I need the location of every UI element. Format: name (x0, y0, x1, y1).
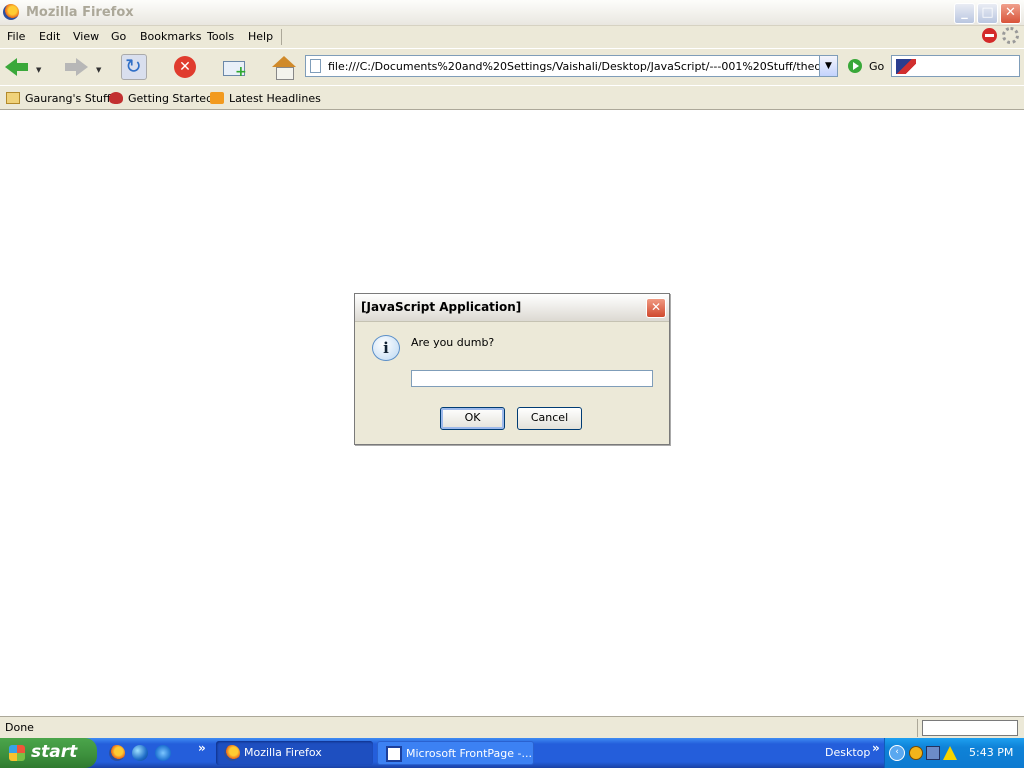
window-title: Mozilla Firefox (26, 5, 134, 20)
tray-network-icon[interactable] (926, 746, 940, 760)
url-history-dropdown[interactable]: ▼ (819, 56, 837, 76)
info-icon: i (372, 335, 400, 361)
taskbar: start » Mozilla Firefox Microsoft FrontP… (0, 738, 1024, 768)
firefox-icon (224, 745, 240, 761)
windows-flag-icon (9, 745, 25, 761)
menu-separator (281, 29, 282, 45)
bookmark-latest-headlines[interactable]: Latest Headlines (210, 91, 321, 107)
rss-icon (210, 92, 224, 104)
bookmarks-toolbar: Gaurang's Stuff Getting Started Latest H… (0, 85, 1024, 110)
bookmark-label: Latest Headlines (229, 92, 321, 105)
bookmark-label: Getting Started (128, 92, 214, 105)
menu-bookmarks[interactable]: Bookmarks (140, 30, 201, 43)
status-progress-box (922, 720, 1018, 736)
clock[interactable]: 5:43 PM (969, 746, 1013, 759)
menu-file[interactable]: File (7, 30, 25, 43)
throbber-icon (1002, 27, 1019, 44)
bookmark-label: Gaurang's Stuff (25, 92, 111, 105)
prompt-input[interactable] (411, 370, 653, 387)
close-window-button[interactable]: ✕ (1000, 3, 1021, 24)
tray-warning-icon[interactable] (943, 746, 957, 760)
ok-button[interactable]: OK (440, 407, 505, 430)
quicklaunch-globe-icon[interactable] (132, 745, 148, 761)
task-firefox[interactable]: Mozilla Firefox (216, 741, 373, 765)
status-text: Done (5, 721, 34, 734)
url-bar[interactable]: file:///C:/Documents%20and%20Settings/Va… (305, 55, 838, 77)
stop-icon[interactable] (172, 54, 198, 80)
task-frontpage[interactable]: Microsoft FrontPage -... (377, 741, 534, 765)
home-icon[interactable] (271, 54, 297, 80)
menu-edit[interactable]: Edit (39, 30, 60, 43)
back-arrow-icon[interactable] (5, 54, 31, 80)
desktop-toolbar-label[interactable]: Desktop (825, 746, 870, 759)
start-button[interactable]: start (0, 738, 97, 768)
page-icon (310, 59, 321, 73)
task-label: Microsoft FrontPage -... (406, 747, 532, 760)
menu-bar: File Edit View Go Bookmarks Tools Help (0, 26, 1024, 48)
bookmark-getting-started[interactable]: Getting Started (109, 91, 213, 107)
window-titlebar[interactable]: Mozilla Firefox _ □ ✕ (0, 0, 1024, 26)
menu-help[interactable]: Help (248, 30, 273, 43)
quicklaunch-more-icon[interactable]: » (198, 741, 206, 755)
go-arrow-icon[interactable] (848, 59, 862, 73)
status-separator (917, 719, 918, 737)
menu-go[interactable]: Go (111, 30, 126, 43)
dialog-message: Are you dumb? (411, 336, 495, 349)
go-button[interactable]: Go (869, 60, 884, 73)
frontpage-icon (386, 746, 402, 762)
bookmark-gaurangs-stuff[interactable]: Gaurang's Stuff (6, 91, 111, 107)
tray-app-icon[interactable] (909, 746, 923, 760)
maximize-button[interactable]: □ (977, 3, 998, 24)
back-dropdown-icon[interactable]: ▼ (36, 66, 41, 74)
dialog-titlebar[interactable]: [JavaScript Application] ✕ (355, 294, 669, 322)
cancel-button[interactable]: Cancel (517, 407, 582, 430)
desktop-more-icon[interactable]: » (872, 741, 880, 755)
quicklaunch-firefox-icon[interactable] (109, 745, 125, 761)
menu-tools[interactable]: Tools (207, 30, 234, 43)
menu-view[interactable]: View (73, 30, 99, 43)
minimize-button[interactable]: _ (954, 3, 975, 24)
system-tray: ‹ 5:43 PM (884, 738, 1024, 768)
tray-collapse-icon[interactable]: ‹ (889, 745, 905, 761)
search-engine-icon[interactable] (896, 59, 916, 74)
stop-loading-icon[interactable] (982, 28, 997, 43)
new-tab-icon[interactable] (221, 54, 247, 80)
javascript-prompt-dialog: [JavaScript Application] ✕ i Are you dum… (354, 293, 670, 445)
start-label: start (31, 742, 78, 762)
status-bar: Done (0, 716, 1024, 738)
firefox-icon (3, 4, 19, 20)
dialog-close-button[interactable]: ✕ (646, 298, 666, 318)
quicklaunch-ie-icon[interactable] (155, 745, 171, 761)
search-box[interactable] (891, 55, 1020, 77)
task-label: Mozilla Firefox (244, 746, 322, 759)
dialog-title: [JavaScript Application] (361, 300, 522, 314)
forward-dropdown-icon[interactable]: ▼ (96, 66, 101, 74)
bookmark-star-icon (109, 92, 123, 104)
url-text[interactable]: file:///C:/Documents%20and%20Settings/Va… (328, 60, 820, 73)
folder-icon (6, 92, 20, 104)
reload-icon[interactable] (121, 54, 147, 80)
forward-arrow-icon[interactable] (64, 54, 90, 80)
